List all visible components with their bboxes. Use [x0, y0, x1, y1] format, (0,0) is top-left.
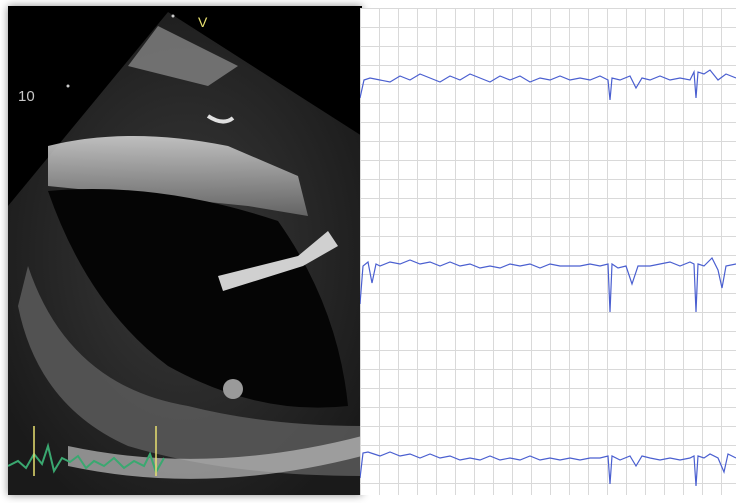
ecg-strip-panel: [360, 8, 736, 495]
papillary-muscle: [223, 379, 243, 399]
ecg-trace-lead-3: [360, 451, 736, 487]
ecg-strip: [360, 69, 736, 487]
echocardiogram-image: 10 V: [8, 6, 362, 495]
depth-label: 10: [18, 88, 35, 105]
marker-label: V: [198, 14, 208, 30]
echo-ultrasound-view: [8, 12, 362, 495]
ecg-trace-lead-1: [360, 69, 736, 101]
scale-dot: [66, 84, 70, 88]
scale-dot: [171, 14, 175, 18]
ecg-trace-lead-2: [360, 256, 736, 313]
